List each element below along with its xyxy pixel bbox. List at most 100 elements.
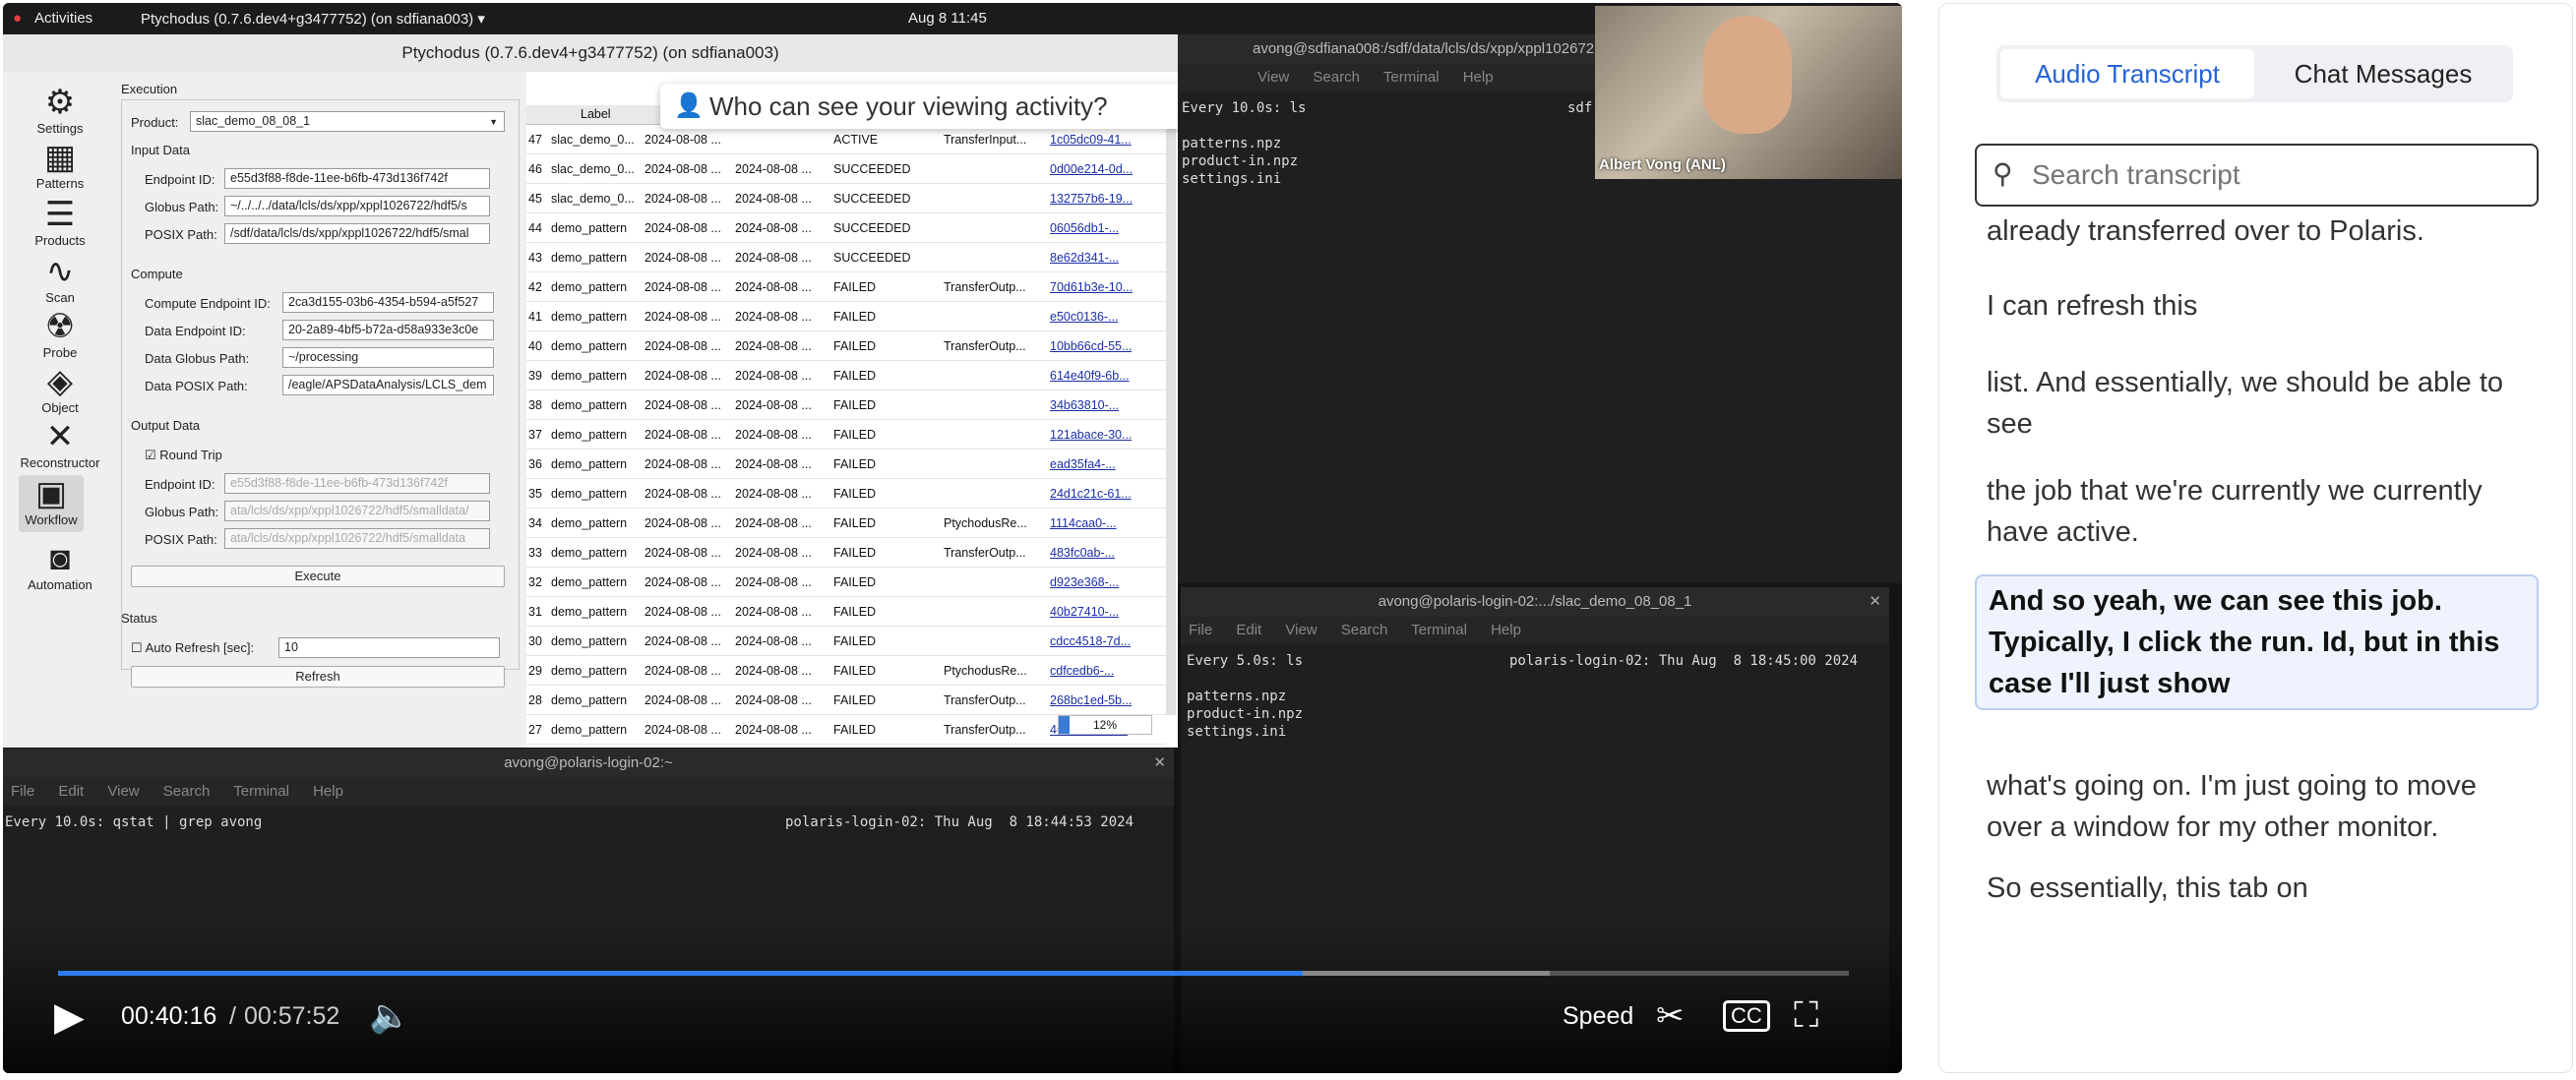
menu-search[interactable]: Search <box>1341 622 1388 638</box>
transcript-line-active[interactable]: And so yeah, we can see this job. Typica… <box>1975 574 2539 710</box>
data-posix-field[interactable]: /eagle/APSDataAnalysis/LCLS_dem <box>282 375 494 395</box>
transcript-line[interactable]: what's going on. I'm just going to move … <box>1975 761 2539 852</box>
play-icon[interactable]: ▶ <box>54 994 85 1040</box>
row-run-id-link[interactable]: 483fc0ab-... <box>1050 546 1115 560</box>
volume-icon[interactable]: 🔈 <box>369 996 410 1036</box>
column-header-label[interactable]: Label <box>581 107 611 121</box>
tab-chat-messages[interactable]: Chat Messages <box>2256 49 2510 98</box>
row-run-id-link[interactable]: 10bb66cd-55... <box>1050 339 1132 353</box>
table-row[interactable]: 37 demo_pattern 2024-08-08 ... 2024-08-08 .… <box>526 420 1166 450</box>
endpoint-id-field[interactable]: e55d3f88-f8de-11ee-b6fb-473d136f742f <box>224 168 490 189</box>
search-input[interactable] <box>2032 157 2524 193</box>
ptychodus-window[interactable]: Ptychodus (0.7.6.dev4+g3477752) (on sdfi… <box>3 34 1178 748</box>
transcript-line[interactable]: So essentially, this tab on <box>1975 864 2539 913</box>
row-run-id-link[interactable]: 24d1c21c-61... <box>1050 487 1132 501</box>
menu-terminal[interactable]: Terminal <box>1383 69 1440 86</box>
row-run-id-link[interactable]: 121abace-30... <box>1050 428 1132 442</box>
auto-refresh-checkbox[interactable]: ☐ Auto Refresh [sec]: <box>131 640 254 656</box>
out-globus-field[interactable]: ata/lcls/ds/xpp/xppl1026722/hdf5/smallda… <box>224 501 490 521</box>
viewing-activity-popup[interactable]: 👤 Who can see your viewing activity? ✕ <box>660 84 1178 129</box>
refresh-button[interactable]: Refresh <box>131 666 505 688</box>
table-row[interactable]: 40 demo_pattern 2024-08-08 ... 2024-08-08 .… <box>526 331 1166 361</box>
sidebar-item-workflow[interactable]: ▣ Workflow <box>19 475 84 532</box>
clock[interactable]: Aug 8 11:45 <box>908 10 987 27</box>
menu-view[interactable]: View <box>107 783 139 800</box>
menu-help[interactable]: Help <box>1491 622 1521 638</box>
table-row[interactable]: 44 demo_pattern 2024-08-08 ... 2024-08-08 .… <box>526 213 1166 243</box>
table-row[interactable]: 47 slac_demo_0... 2024-08-08 ... ACTIVE Tran… <box>526 125 1166 154</box>
sidebar-item-scan[interactable]: ∿ Scan <box>13 253 107 305</box>
table-row[interactable]: 32 demo_pattern 2024-08-08 ... 2024-08-08 .… <box>526 568 1166 597</box>
row-run-id-link[interactable]: ead35fa4-... <box>1050 457 1116 471</box>
sidebar-item-products[interactable]: ☰ Products <box>13 196 107 248</box>
row-run-id-link[interactable]: 268bc1ed-5b... <box>1050 693 1132 707</box>
activities-button[interactable]: Activities <box>34 10 92 27</box>
menu-edit[interactable]: Edit <box>1236 622 1261 638</box>
globus-path-field[interactable]: ~/../../../data/lcls/ds/xpp/xppl1026722/… <box>224 196 490 216</box>
menu-search[interactable]: Search <box>1313 69 1360 86</box>
sidebar-item-object[interactable]: ◈ Object <box>13 363 107 415</box>
table-row[interactable]: 43 demo_pattern 2024-08-08 ... 2024-08-08 .… <box>526 243 1166 272</box>
row-run-id-link[interactable]: 40b27410-... <box>1050 605 1119 619</box>
row-run-id-link[interactable]: 614e40f9-6b... <box>1050 369 1130 383</box>
video-player[interactable]: ● Activities Ptychodus (0.7.6.dev4+g3477… <box>3 3 1902 1073</box>
table-row[interactable]: 46 slac_demo_0... 2024-08-08 ... 2024-08-08… <box>526 154 1166 184</box>
menu-file[interactable]: File <box>11 783 34 800</box>
table-row[interactable]: 33 demo_pattern 2024-08-08 ... 2024-08-08 .… <box>526 538 1166 568</box>
execute-button[interactable]: Execute <box>131 566 505 587</box>
table-row[interactable]: 30 demo_pattern 2024-08-08 ... 2024-08-08 .… <box>526 627 1166 656</box>
product-select[interactable]: slac_demo_08_08_1 ▼ <box>190 111 505 132</box>
out-endpoint-field[interactable]: e55d3f88-f8de-11ee-b6fb-473d136f742f <box>224 473 490 494</box>
menu-edit[interactable]: Edit <box>58 783 84 800</box>
sidebar-item-automation[interactable]: ◙ Automation <box>13 540 107 592</box>
posix-path-field[interactable]: /sdf/data/lcls/ds/xpp/xppl1026722/hdf5/s… <box>224 223 490 244</box>
close-icon[interactable]: ✕ <box>1869 587 1881 617</box>
row-run-id-link[interactable]: 06056db1-... <box>1050 221 1119 235</box>
transcript-search[interactable]: ⚲ <box>1975 144 2539 207</box>
speed-button[interactable]: Speed <box>1563 1002 1633 1031</box>
data-globus-field[interactable]: ~/processing <box>282 347 494 368</box>
row-run-id-link[interactable]: 0d00e214-0d... <box>1050 162 1133 176</box>
table-row[interactable]: 45 slac_demo_0... 2024-08-08 ... 2024-08-08… <box>526 184 1166 213</box>
out-posix-field[interactable]: ata/lcls/ds/xpp/xppl1026722/hdf5/smallda… <box>224 528 490 549</box>
transcript-line[interactable]: list. And essentially, we should be able… <box>1975 358 2539 449</box>
row-run-id-link[interactable]: d923e368-... <box>1050 575 1119 589</box>
table-row[interactable]: 42 demo_pattern 2024-08-08 ... 2024-08-08 .… <box>526 272 1166 302</box>
transcript-line[interactable]: the job that we're currently we currentl… <box>1975 466 2539 557</box>
menu-search[interactable]: Search <box>163 783 211 800</box>
menu-terminal[interactable]: Terminal <box>1411 622 1467 638</box>
row-run-id-link[interactable]: 8e62d341-... <box>1050 251 1119 265</box>
transcript-line[interactable]: already transferred over to Polaris. <box>1975 207 2539 256</box>
menu-help[interactable]: Help <box>1463 69 1494 86</box>
table-row[interactable]: 29 demo_pattern 2024-08-08 ... 2024-08-08 .… <box>526 656 1166 686</box>
compute-endpoint-field[interactable]: 2ca3d155-03b6-4354-b594-a5f527 <box>282 292 494 313</box>
row-run-id-link[interactable]: 1c05dc09-41... <box>1050 133 1132 147</box>
table-row[interactable]: 38 demo_pattern 2024-08-08 ... 2024-08-08 .… <box>526 390 1166 420</box>
row-run-id-link[interactable]: e50c0136-... <box>1050 310 1119 324</box>
auto-refresh-spinbox[interactable]: 10 <box>278 637 500 658</box>
tab-audio-transcript[interactable]: Audio Transcript <box>2000 49 2254 98</box>
row-run-id-link[interactable]: cdfcedb6-... <box>1050 664 1114 678</box>
table-row[interactable]: 41 demo_pattern 2024-08-08 ... 2024-08-08 .… <box>526 302 1166 331</box>
table-row[interactable]: 34 demo_pattern 2024-08-08 ... 2024-08-08 .… <box>526 509 1166 538</box>
sidebar-item-patterns[interactable]: ▦ Patterns <box>13 139 107 191</box>
menu-terminal[interactable]: Terminal <box>233 783 289 800</box>
table-scrollbar[interactable] <box>1166 125 1176 715</box>
clip-scissors-icon[interactable]: ✂ <box>1656 996 1685 1036</box>
menu-file[interactable]: File <box>1189 622 1212 638</box>
app-menu[interactable]: Ptychodus (0.7.6.dev4+g3477752) (on sdfi… <box>141 10 485 28</box>
menu-help[interactable]: Help <box>313 783 343 800</box>
close-icon[interactable]: ✕ <box>1153 749 1166 778</box>
closed-captions-icon[interactable]: CC <box>1723 1000 1770 1032</box>
row-run-id-link[interactable]: 70d61b3e-10... <box>1050 280 1133 294</box>
table-row[interactable]: 39 demo_pattern 2024-08-08 ... 2024-08-08 .… <box>526 361 1166 390</box>
menu-view[interactable]: View <box>1285 622 1317 638</box>
seek-bar[interactable] <box>58 971 1849 976</box>
fullscreen-icon[interactable]: ⛶ <box>1794 994 1818 1037</box>
table-row[interactable]: 36 demo_pattern 2024-08-08 ... 2024-08-08 .… <box>526 450 1166 479</box>
table-row[interactable]: 35 demo_pattern 2024-08-08 ... 2024-08-08 .… <box>526 479 1166 509</box>
row-run-id-link[interactable]: 34b63810-... <box>1050 398 1119 412</box>
transcript-line[interactable]: I can refresh this <box>1975 281 2539 330</box>
menu-view[interactable]: View <box>1257 69 1289 86</box>
table-row[interactable]: 28 demo_pattern 2024-08-08 ... 2024-08-08 .… <box>526 686 1166 715</box>
